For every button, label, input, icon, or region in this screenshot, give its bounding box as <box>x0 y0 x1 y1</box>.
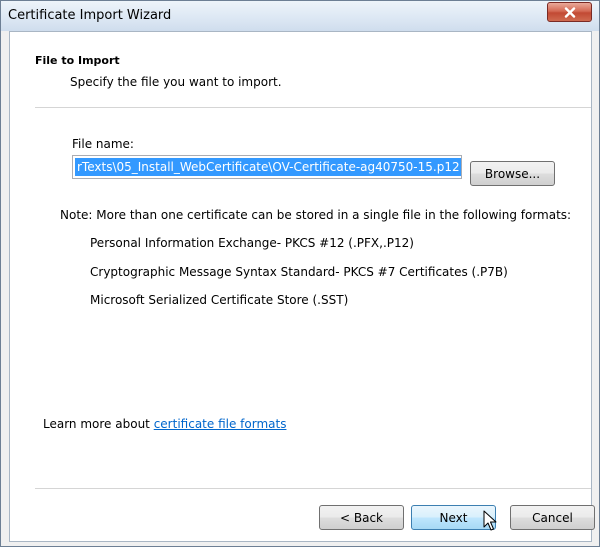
page-subtitle: Specify the file you want to import. <box>70 75 282 89</box>
footer-divider <box>35 488 591 489</box>
learn-more-prefix: Learn more about <box>43 417 154 431</box>
cancel-button[interactable]: Cancel <box>510 505 595 530</box>
browse-button[interactable]: Browse... <box>470 161 555 186</box>
wizard-page: File to Import Specify the file you want… <box>9 31 595 542</box>
note-text: Note: More than one certificate can be s… <box>60 208 572 222</box>
certificate-import-wizard-window: Certificate Import Wizard File to Import… <box>0 0 600 547</box>
header-divider <box>35 107 591 108</box>
page-title: File to Import <box>35 54 120 67</box>
title-bar: Certificate Import Wizard <box>1 1 599 31</box>
format-p7b: Cryptographic Message Syntax Standard- P… <box>90 265 508 279</box>
certificate-formats-link[interactable]: certificate file formats <box>154 417 287 431</box>
format-sst: Microsoft Serialized Certificate Store (… <box>90 293 349 307</box>
close-button[interactable] <box>547 2 592 22</box>
mouse-pointer-icon <box>483 510 497 531</box>
close-icon <box>564 6 575 18</box>
file-name-label: File name: <box>72 137 134 151</box>
format-pfx: Personal Information Exchange- PKCS #12 … <box>90 236 414 250</box>
file-name-input[interactable]: rTexts\05_Install_WebCertificate\OV-Cert… <box>72 155 462 179</box>
wizard-header: File to Import Specify the file you want… <box>10 32 591 102</box>
file-name-value: rTexts\05_Install_WebCertificate\OV-Cert… <box>75 158 461 176</box>
back-button[interactable]: < Back <box>319 505 404 530</box>
window-title: Certificate Import Wizard <box>8 8 172 23</box>
learn-more-text: Learn more about certificate file format… <box>43 417 286 431</box>
